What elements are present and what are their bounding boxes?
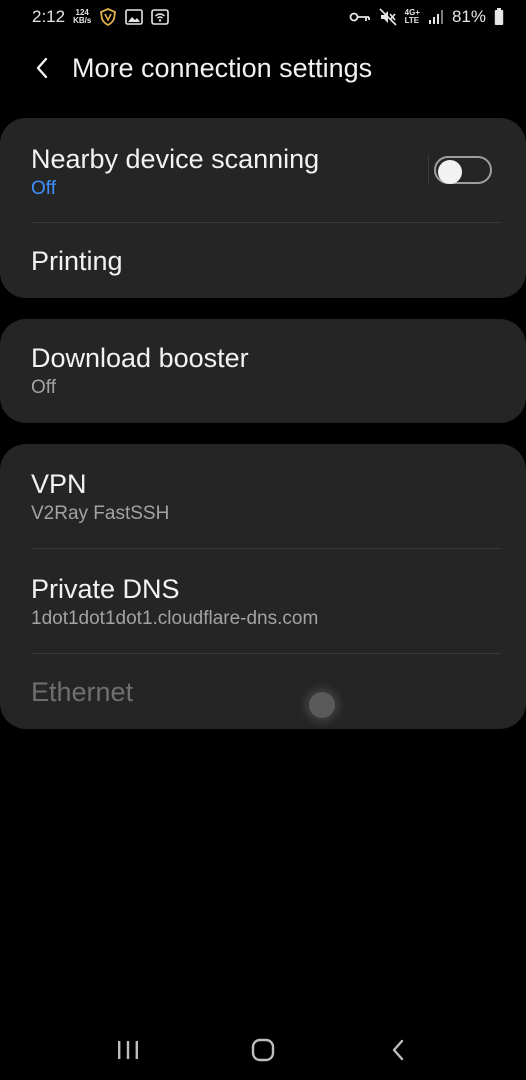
- download-booster-title: Download booster: [31, 343, 249, 373]
- recents-button[interactable]: [98, 1020, 158, 1080]
- ethernet-item: Ethernet: [0, 654, 526, 729]
- card-connection-group-1: Nearby device scanning Off Printing: [0, 118, 526, 298]
- home-button[interactable]: [233, 1020, 293, 1080]
- home-icon: [251, 1038, 275, 1062]
- nearby-device-scanning-item[interactable]: Nearby device scanning Off: [0, 118, 526, 223]
- gallery-icon: [125, 9, 144, 25]
- vpn-status: V2Ray FastSSH: [31, 502, 170, 524]
- status-left: 2:12 124 KB/s: [32, 7, 170, 27]
- app-bar: More connection settings: [0, 40, 526, 96]
- signal-icon: [428, 9, 444, 25]
- status-right: 4G+ LTE 81%: [349, 7, 504, 27]
- printing-title: Printing: [31, 245, 123, 276]
- recents-icon: [117, 1041, 138, 1059]
- chevron-left-icon: [36, 57, 48, 79]
- back-arrow-icon: [393, 1039, 404, 1061]
- wifi-hotspot-icon: [151, 9, 170, 25]
- private-dns-status: 1dot1dot1dot1.cloudflare-dns.com: [31, 607, 319, 629]
- battery-percent: 81%: [451, 7, 486, 26]
- toggle-separator: [428, 156, 429, 184]
- printing-item[interactable]: Printing: [0, 223, 526, 298]
- private-dns-item[interactable]: Private DNS 1dot1dot1dot1.cloudflare-dns…: [0, 549, 526, 654]
- vpn-item[interactable]: VPN V2Ray FastSSH: [0, 444, 526, 549]
- ethernet-title: Ethernet: [31, 676, 134, 707]
- network-speed-unit: KB/s: [73, 16, 92, 25]
- shield-icon: [99, 8, 117, 26]
- battery-icon: [494, 8, 504, 26]
- nearby-device-scanning-toggle[interactable]: [434, 156, 492, 184]
- touch-indicator: [309, 692, 335, 718]
- nearby-device-scanning-title: Nearby device scanning: [31, 143, 320, 174]
- card-connection-group-3: VPN V2Ray FastSSH Private DNS 1dot1dot1d…: [0, 444, 526, 729]
- status-bar: 2:12 124 KB/s 4G+ LTE 81%: [0, 0, 526, 34]
- navigation-bar: [0, 1020, 526, 1080]
- mute-icon: [379, 8, 397, 26]
- nav-back-button[interactable]: [368, 1020, 428, 1080]
- network-speed: 124 KB/s: [73, 9, 91, 25]
- network-type-bottom: LTE: [404, 16, 420, 25]
- download-booster-item[interactable]: Download booster Off: [0, 319, 526, 423]
- page-title: More connection settings: [72, 52, 373, 83]
- toggle-knob: [438, 160, 462, 184]
- back-button[interactable]: [22, 48, 62, 88]
- network-type: 4G+ LTE: [405, 9, 420, 25]
- vpn-title: VPN: [31, 468, 87, 499]
- card-connection-group-2: Download booster Off: [0, 319, 526, 423]
- download-booster-status: Off: [31, 377, 56, 398]
- nearby-device-scanning-status: Off: [31, 177, 56, 199]
- clock: 2:12: [32, 7, 66, 26]
- private-dns-title: Private DNS: [31, 573, 180, 604]
- vpn-key-icon: [349, 11, 371, 23]
